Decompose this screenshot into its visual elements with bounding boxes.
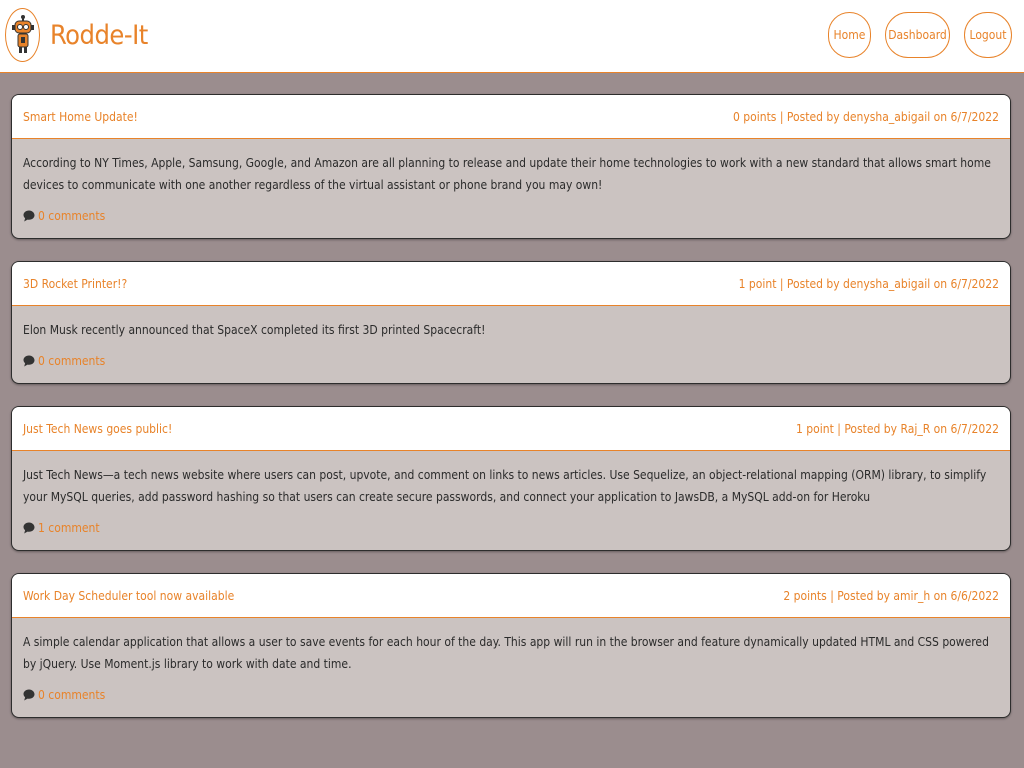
post-body: A simple calendar application that allow… (12, 618, 1010, 717)
comments-link-row[interactable]: 1 comment (23, 517, 999, 539)
post-meta: 1 point | Posted by Raj_R on 6/7/2022 (796, 421, 999, 436)
post-card: Work Day Scheduler tool now available 2 … (11, 573, 1011, 718)
post-body: According to NY Times, Apple, Samsung, G… (12, 139, 1010, 238)
comments-link-row[interactable]: 0 comments (23, 684, 999, 706)
comments-link[interactable]: 0 comments (38, 205, 105, 227)
post-body: Just Tech News—a tech news website where… (12, 451, 1010, 550)
post-header: 3D Rocket Printer!? 1 point | Posted by … (12, 262, 1010, 306)
post-body: Elon Musk recently announced that SpaceX… (12, 306, 1010, 383)
post-title-link[interactable]: Just Tech News goes public! (23, 422, 172, 436)
main-nav: Home Dashboard Logout (814, 12, 1012, 58)
comment-bubble-icon (23, 210, 35, 222)
post-title-link[interactable]: Smart Home Update! (23, 110, 138, 124)
robot-icon (5, 8, 40, 62)
post-title-link[interactable]: Work Day Scheduler tool now available (23, 589, 234, 603)
comment-bubble-icon (23, 355, 35, 367)
post-card: Smart Home Update! 0 points | Posted by … (11, 94, 1011, 239)
post-text: A simple calendar application that allow… (23, 635, 989, 671)
post-feed: Smart Home Update! 0 points | Posted by … (11, 94, 1011, 740)
logout-button[interactable]: Logout (964, 12, 1012, 58)
post-meta: 1 point | Posted by denysha_abigail on 6… (738, 276, 999, 291)
post-text: Just Tech News—a tech news website where… (23, 468, 987, 504)
comments-link[interactable]: 0 comments (38, 684, 105, 706)
dashboard-button[interactable]: Dashboard (885, 12, 950, 58)
site-title[interactable]: Rodde-It (50, 20, 148, 51)
comments-link-row[interactable]: 0 comments (23, 350, 999, 372)
comments-link[interactable]: 1 comment (38, 517, 100, 539)
comments-link-row[interactable]: 0 comments (23, 205, 999, 227)
site-header: Rodde-It Home Dashboard Logout (0, 0, 1024, 73)
post-text: According to NY Times, Apple, Samsung, G… (23, 156, 991, 192)
comments-link[interactable]: 0 comments (38, 350, 105, 372)
post-meta: 0 points | Posted by denysha_abigail on … (732, 109, 999, 124)
post-header: Just Tech News goes public! 1 point | Po… (12, 407, 1010, 451)
post-card: Just Tech News goes public! 1 point | Po… (11, 406, 1011, 551)
post-header: Work Day Scheduler tool now available 2 … (12, 574, 1010, 618)
post-header: Smart Home Update! 0 points | Posted by … (12, 95, 1010, 139)
post-card: 3D Rocket Printer!? 1 point | Posted by … (11, 261, 1011, 384)
post-meta: 2 points | Posted by amir_h on 6/6/2022 (783, 588, 999, 603)
home-button[interactable]: Home (828, 12, 871, 58)
comment-bubble-icon (23, 689, 35, 701)
brand[interactable]: Rodde-It (5, 8, 148, 62)
comment-bubble-icon (23, 522, 35, 534)
post-title-link[interactable]: 3D Rocket Printer!? (23, 277, 127, 291)
post-text: Elon Musk recently announced that SpaceX… (23, 323, 486, 337)
